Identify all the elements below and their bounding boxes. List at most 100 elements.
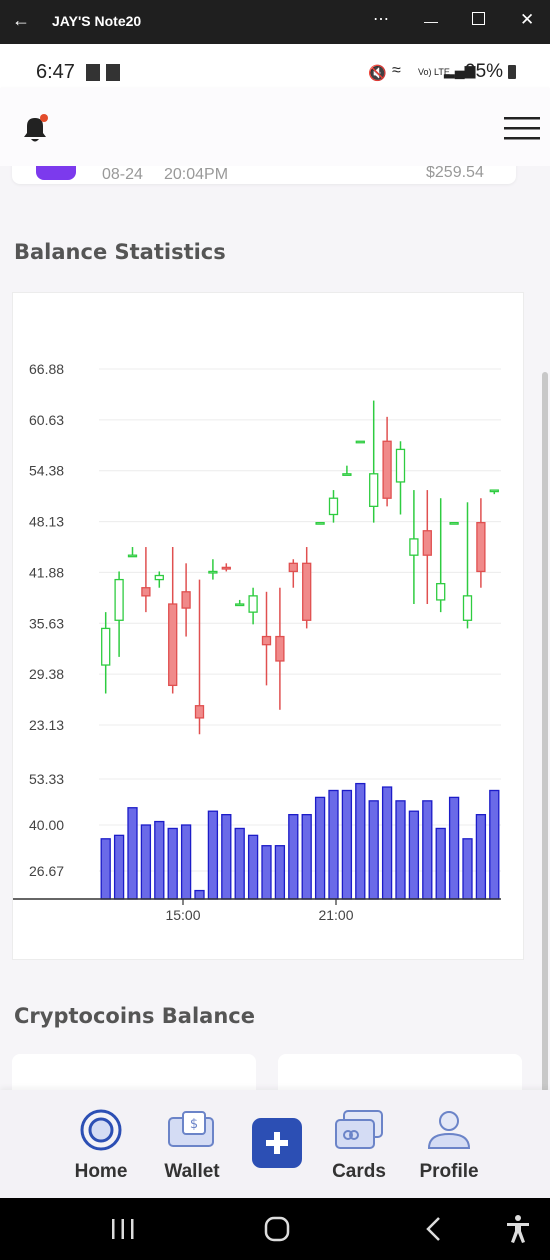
cards-icon	[335, 1110, 383, 1149]
battery-icon	[508, 65, 516, 79]
volume-bar	[100, 838, 111, 900]
volume-bar	[274, 845, 286, 900]
candle-body	[422, 530, 432, 556]
volume-bar	[180, 824, 192, 900]
nav-cards-label: Cards	[332, 1161, 386, 1182]
volume-bar	[301, 813, 312, 900]
volume-bar	[221, 813, 232, 900]
candle-body	[127, 554, 138, 558]
wallet-icon: $	[168, 1111, 214, 1147]
screenshot-icon	[106, 64, 120, 81]
transaction-amount: $259.54	[426, 166, 484, 181]
candle-body	[395, 448, 406, 483]
candle-body	[194, 705, 205, 719]
price-tick-label: 35.63	[29, 615, 64, 631]
volume-bar	[234, 827, 245, 900]
add-button[interactable]	[252, 1118, 302, 1168]
status-time: 6:47	[36, 61, 75, 83]
home-system-icon[interactable]	[264, 1216, 290, 1242]
nav-home[interactable]: Home	[56, 1108, 146, 1183]
volume-bar	[489, 789, 500, 900]
candle-body	[221, 566, 231, 570]
volume-bar	[448, 796, 460, 900]
window-title: JAY'S Note20	[52, 13, 142, 29]
volume-bar	[462, 838, 473, 900]
crypto-card[interactable]	[278, 1054, 522, 1090]
volume-bar	[261, 845, 272, 900]
candle-body	[315, 521, 325, 525]
profile-icon	[427, 1111, 471, 1149]
volume-bar	[314, 796, 326, 900]
volume-bar	[247, 834, 259, 900]
balance-statistics-title: Balance Statistics	[14, 240, 226, 264]
maximize-icon[interactable]	[472, 12, 485, 25]
transaction-icon	[36, 166, 76, 180]
volume-bar	[140, 824, 152, 900]
candle-body	[181, 591, 191, 609]
candle-body	[328, 497, 339, 516]
price-tick-label: 41.88	[29, 564, 64, 580]
more-icon[interactable]: ⋯	[373, 9, 390, 29]
app-header	[0, 88, 550, 166]
minimize-icon[interactable]: —	[424, 13, 438, 29]
volume-bar	[422, 800, 433, 900]
candle-body	[288, 562, 298, 573]
volume-bar	[408, 810, 420, 900]
candle-body	[235, 603, 245, 607]
volume-bar	[475, 813, 487, 900]
candle-body	[114, 578, 124, 621]
accessibility-icon[interactable]	[504, 1214, 532, 1244]
crypto-card[interactable]	[12, 1054, 256, 1090]
back-system-icon[interactable]	[424, 1216, 444, 1242]
volume-bar	[328, 789, 339, 900]
volume-bar	[368, 800, 379, 900]
cryptocoins-balance-title: Cryptocoins Balance	[14, 1004, 255, 1028]
wifi-icon: ≈	[392, 62, 401, 79]
candle-body	[355, 440, 365, 444]
price-tick-label: 60.63	[29, 412, 64, 428]
volume-bar	[207, 810, 219, 900]
volume-bar	[167, 827, 178, 900]
bell-icon[interactable]	[18, 112, 52, 146]
candle-body	[168, 603, 178, 687]
candle-body	[208, 570, 218, 574]
balance-chart-card: 66.88 60.63 54.38 48.13 41.88 35.63 29.38 23.13…	[12, 292, 524, 960]
volume-tick-label: 26.67	[29, 863, 64, 879]
candle-body	[101, 627, 111, 666]
candle-body	[275, 635, 285, 662]
transaction-item[interactable]: 08-24 20:04PM $259.54	[12, 166, 516, 184]
back-arrow-icon[interactable]: ←	[12, 10, 30, 31]
volume-bar	[154, 820, 165, 900]
transaction-date: 08-24	[102, 166, 143, 183]
x-tick-label: 21:00	[318, 907, 353, 923]
volume-bar	[381, 786, 393, 900]
price-tick-label: 23.13	[29, 717, 64, 733]
scrollbar[interactable]	[542, 372, 548, 1090]
plus-icon	[266, 1132, 288, 1154]
hamburger-menu-icon[interactable]	[504, 116, 540, 142]
candle-body	[154, 574, 164, 581]
android-navigation-bar	[0, 1198, 550, 1260]
candle-body	[476, 521, 486, 573]
volume-bar	[127, 807, 138, 900]
candle-body	[248, 595, 258, 613]
candle-body	[409, 538, 419, 556]
close-icon[interactable]: ✕	[520, 10, 534, 30]
volume-bar	[113, 834, 125, 900]
volume-tick-label: 53.33	[29, 771, 64, 787]
battery-percent: 95%	[465, 61, 504, 82]
volume-bar	[355, 782, 366, 900]
candle-body	[462, 595, 473, 621]
candle-body	[342, 473, 352, 476]
candle-body	[141, 587, 151, 597]
nav-wallet[interactable]: $ Wallet	[147, 1108, 237, 1183]
candle-body	[302, 562, 312, 621]
candle-body	[489, 489, 499, 493]
nav-cards[interactable]: Cards	[314, 1108, 404, 1183]
nav-profile[interactable]: Profile	[404, 1108, 494, 1183]
price-tick-label: 66.88	[29, 361, 64, 377]
recent-apps-icon[interactable]	[110, 1218, 136, 1240]
transaction-time: 20:04PM	[164, 166, 229, 183]
volume-bar	[435, 827, 446, 900]
phone-status-bar: 6:47 🔇 ≈ Vo) LTE ▂▄▆ 95%	[0, 44, 550, 88]
